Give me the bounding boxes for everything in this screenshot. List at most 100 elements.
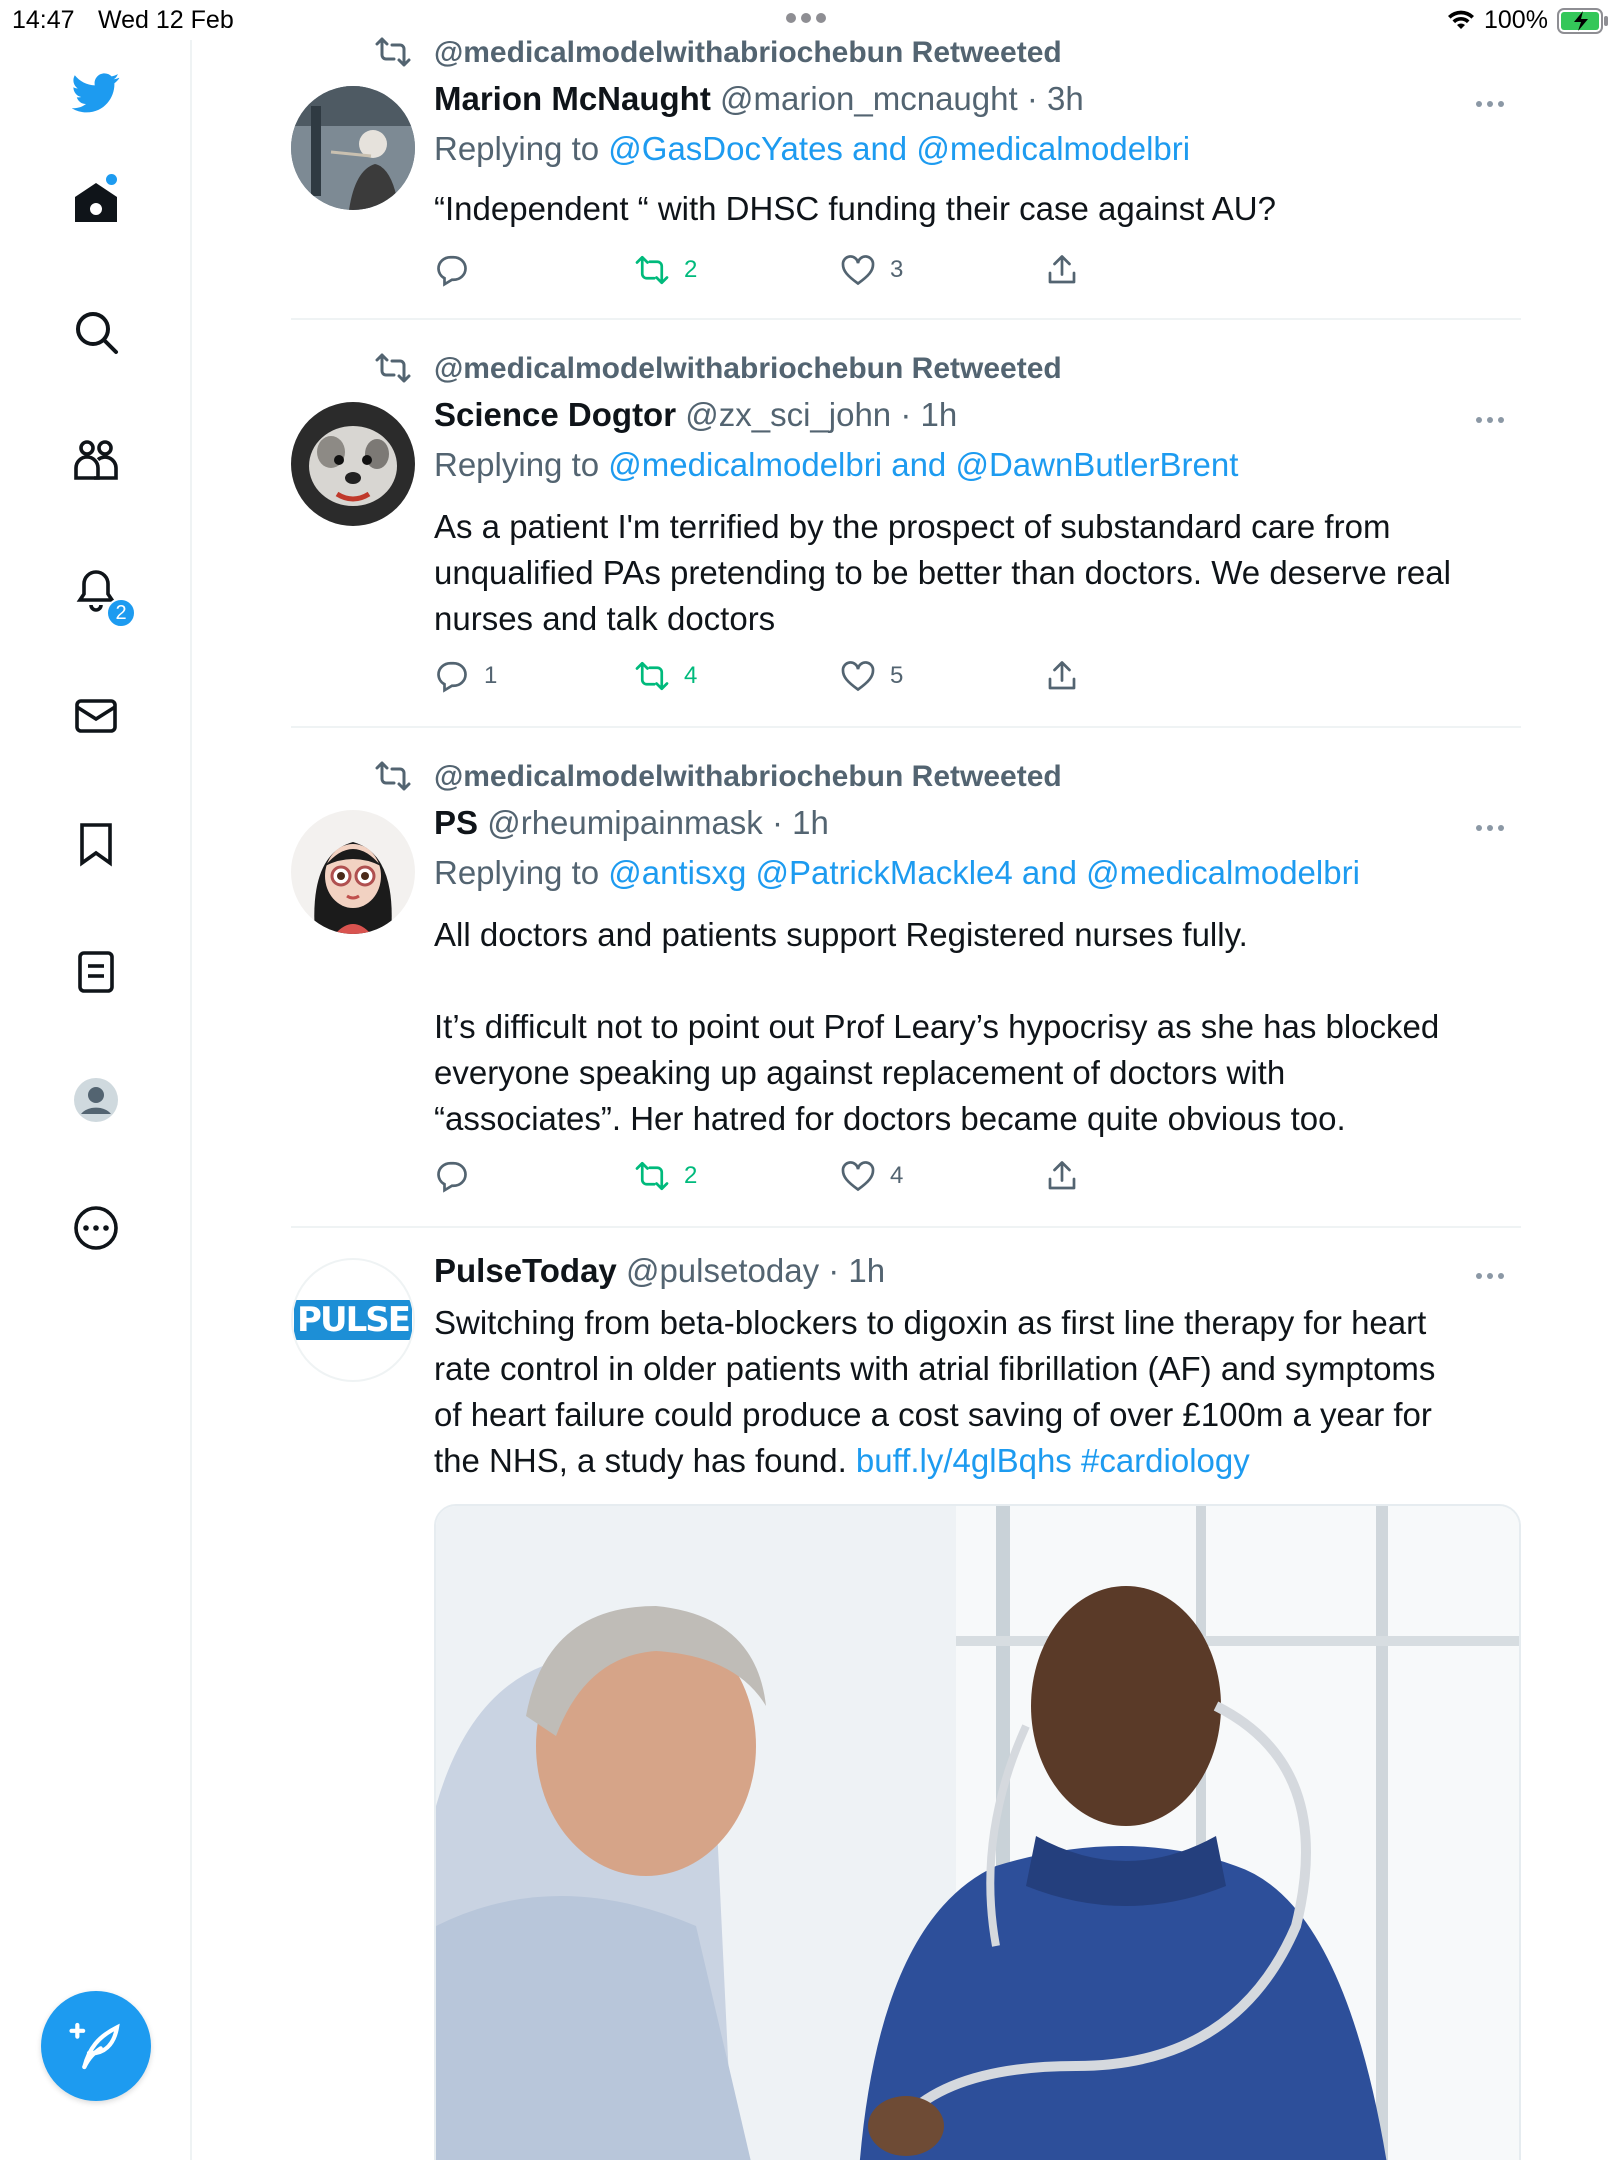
tweet-text-line: As a patient I'm terrified by the prospe… [434,508,1391,545]
timestamp[interactable]: 1h [848,1252,885,1289]
communities-icon[interactable] [66,430,126,490]
dot-separator: · [828,1252,840,1289]
dot-separator: · [771,804,783,841]
tweet-actions: 1 4 5 [434,656,1094,696]
retweet-button[interactable]: 2 [634,250,697,290]
reply-button[interactable]: 1 [434,656,497,696]
compose-tweet-button[interactable] [41,1991,151,2101]
tweet-link[interactable]: buff.ly/4glBqhs [856,1442,1072,1479]
tweet-text-line: everyone speaking up against replacement… [434,1054,1286,1091]
retweet-count: 4 [684,662,698,689]
like-count: 4 [890,1162,904,1189]
hashtag-link[interactable]: #cardiology [1081,1442,1250,1479]
replying-to-users[interactable]: @antisxg @PatrickMackle4 and @medicalmod… [608,854,1360,891]
display-name[interactable]: Science Dogtor [434,396,676,433]
handle[interactable]: @marion_mcnaught [720,80,1018,117]
retweet-count: 2 [684,256,698,283]
like-button[interactable]: 4 [840,1156,903,1196]
tweet-text-line: the NHS, a study has found. [434,1442,847,1479]
retweeted-by-label: @medicalmodelwithabriochebun Retweeted [434,352,1062,385]
share-button[interactable] [1044,1156,1080,1196]
replying-to-users[interactable]: @GasDocYates and @medicalmodelbri [608,130,1190,167]
dot-separator: · [1026,80,1038,117]
replying-to: Replying to @antisxg @PatrickMackle4 and… [434,854,1360,892]
twitter-logo-icon[interactable] [66,62,126,122]
avatar[interactable] [291,402,415,526]
retweet-icon [635,661,669,691]
tweet-actions: 2 4 [434,1156,1094,1196]
tweet-text-line: of heart failure could produce a cost sa… [434,1396,1432,1433]
lists-icon[interactable] [66,942,126,1002]
display-name[interactable]: PulseToday [434,1252,617,1289]
tweet-divider [291,318,1521,320]
retweet-count: 2 [684,1162,698,1189]
retweet-button[interactable]: 4 [634,656,697,696]
avatar[interactable]: PULSE [291,1258,415,1382]
display-name[interactable]: Marion McNaught [434,80,711,117]
pulse-logo-text: PULSE [294,1300,412,1340]
heart-icon [841,661,875,692]
tweet-text-line: All doctors and patients support Registe… [434,916,1248,953]
retweeted-by-label: @medicalmodelwithabriochebun Retweeted [434,760,1062,793]
more-icon[interactable] [66,1198,126,1258]
share-icon [1048,1161,1076,1190]
avatar[interactable] [291,810,415,934]
tweet-media-image[interactable] [434,1504,1521,2160]
timeline-feed: @medicalmodelwithabriochebun Retweeted M… [192,0,1620,2160]
status-time: 14:47 [12,6,75,34]
tweet-header: Science Dogtor @zx_sci_john · 1h [434,396,957,434]
retweet-button[interactable]: 2 [634,1156,697,1196]
share-button[interactable] [1044,656,1080,696]
reply-button[interactable] [434,1156,484,1196]
reply-button[interactable] [434,250,484,290]
compose-feather-icon [69,2022,120,2070]
reply-icon [437,1161,467,1193]
handle[interactable]: @zx_sci_john [685,396,891,433]
retweet-icon [635,1161,669,1191]
reply-icon [437,661,467,693]
timestamp[interactable]: 1h [921,396,958,433]
messages-icon[interactable] [66,686,126,746]
sidebar: 2 [0,40,192,2160]
home-unread-dot [106,174,117,185]
handle[interactable]: @rheumipainmask [487,804,763,841]
tweet-text-line: unqualified PAs pretending to be better … [434,554,1451,591]
tweet-text-line: rate control in older patients with atri… [434,1350,1436,1387]
tweet-text: “Independent “ with DHSC funding their c… [434,190,1276,227]
timestamp[interactable]: 3h [1047,80,1084,117]
profile-avatar-icon[interactable] [66,1070,126,1130]
tweet-text-line: It’s difficult not to point out Prof Lea… [434,1008,1440,1045]
tweet-header: Marion McNaught @marion_mcnaught · 3h [434,80,1084,118]
replying-to-users[interactable]: @medicalmodelbri and @DawnButlerBrent [608,446,1238,483]
tweet-header: PS @rheumipainmask · 1h [434,804,829,842]
tweet-actions: 2 3 [434,250,1094,290]
home-icon[interactable] [66,172,126,232]
more-options-icon[interactable] [1476,98,1512,110]
replying-to-prefix: Replying to [434,446,600,483]
search-icon[interactable] [66,302,126,362]
tweet-card[interactable]: @medicalmodelwithabriochebun Retweeted M… [291,30,1521,320]
tweet-card[interactable]: @medicalmodelwithabriochebun Retweeted S… [291,346,1521,726]
bookmarks-icon[interactable] [66,814,126,874]
tweet-text-line: Switching from beta-blockers to digoxin … [434,1304,1427,1341]
timestamp[interactable]: 1h [792,804,829,841]
tweet-card[interactable]: @medicalmodelwithabriochebun Retweeted P… [291,754,1521,1224]
share-icon [1048,661,1076,690]
more-options-icon[interactable] [1476,1270,1512,1282]
tweet-card[interactable]: PULSE PulseToday @pulsetoday · 1h Switch… [291,1250,1521,2160]
handle[interactable]: @pulsetoday [626,1252,819,1289]
like-button[interactable]: 3 [840,250,903,290]
like-button[interactable]: 5 [840,656,903,696]
tweet-text: All doctors and patients support Registe… [434,912,1514,1142]
display-name[interactable]: PS [434,804,478,841]
dot-separator: · [900,396,912,433]
tweet-text-line-with-links: the NHS, a study has found. buff.ly/4glB… [434,1438,1514,1484]
more-options-icon[interactable] [1476,414,1512,426]
tweet-divider [291,726,1521,728]
share-button[interactable] [1044,250,1080,290]
more-options-icon[interactable] [1476,822,1512,834]
avatar[interactable] [291,86,415,210]
retweet-small-icon [375,37,411,67]
notifications-badge: 2 [106,598,136,628]
replying-to-prefix: Replying to [434,130,600,167]
